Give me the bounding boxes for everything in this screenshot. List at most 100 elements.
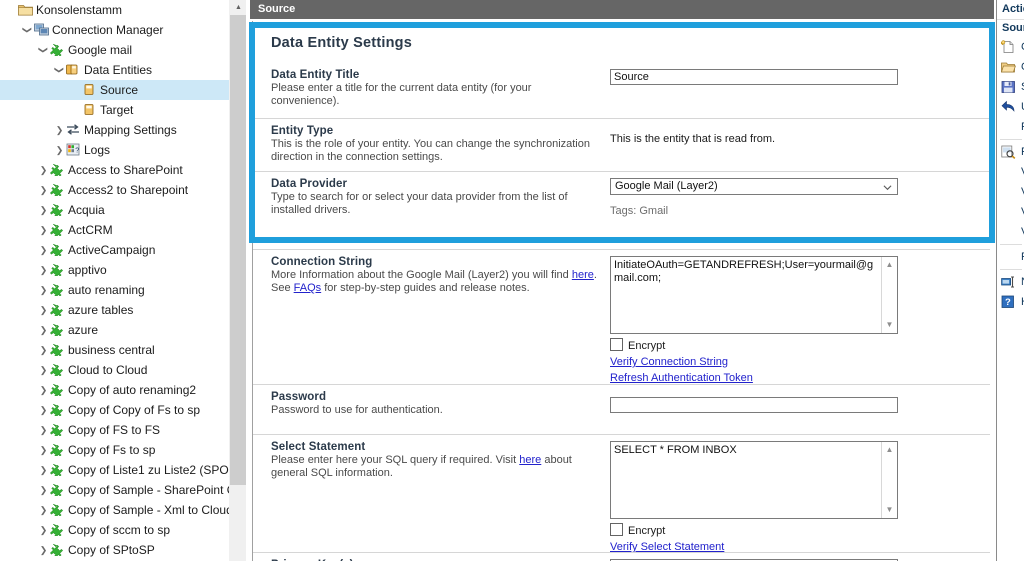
tree-item-copy-of-fs-to-fs[interactable]: ❯ Copy of FS to FS <box>0 420 229 440</box>
section-label-group: Password Password to use for authenticat… <box>271 391 601 417</box>
chevron-right-icon[interactable]: ❯ <box>54 140 65 160</box>
scroll-up-icon[interactable]: ▲ <box>882 258 897 272</box>
tree-item-copy-of-sample-xml-to-cloud[interactable]: ❯ Copy of Sample - Xml to Cloud <box>0 500 229 520</box>
tree-item-azure-tables[interactable]: ❯ azure tables <box>0 300 229 320</box>
data-provider-dropdown[interactable]: Google Mail (Layer2) <box>610 178 898 195</box>
tree-item-konsolenstamm[interactable]: Konsolenstamm <box>0 0 229 20</box>
tree-item-copy-of-sptosp[interactable]: ❯ Copy of SPtoSP <box>0 540 229 560</box>
chevron-right-icon[interactable]: ❯ <box>38 520 49 540</box>
tree-item-label: Copy of Sample - Xml to Cloud <box>68 503 229 517</box>
tree-item-acquia[interactable]: ❯ Acquia <box>0 200 229 220</box>
action-item-properties[interactable]: Properties <box>997 247 1024 267</box>
encrypt-checkbox[interactable] <box>610 523 623 536</box>
chevron-right-icon[interactable]: ❯ <box>38 160 49 180</box>
chevron-right-icon[interactable]: ❯ <box>38 400 49 420</box>
chevron-right-icon[interactable]: ❯ <box>38 360 49 380</box>
verify-connection-string-link[interactable]: Verify Connection String <box>610 356 728 368</box>
tree-scrollbar[interactable]: ▲ <box>229 0 247 561</box>
password-input[interactable] <box>610 397 898 413</box>
tree-item-google-mail[interactable]: ❯ Google mail <box>0 40 229 60</box>
chevron-right-icon[interactable]: ❯ <box>38 480 49 500</box>
chevron-right-icon[interactable]: ❯ <box>38 460 49 480</box>
action-item-save[interactable]: Save <box>997 77 1024 97</box>
action-item-preview-data[interactable]: Preview data <box>997 142 1024 162</box>
select-statement-encrypt-row[interactable]: Encrypt <box>610 523 900 537</box>
connection-string-textarea[interactable]: InitiateOAuth=GETANDREFRESH;User=yourmai… <box>610 256 898 334</box>
tree-item-access-to-sharepoint[interactable]: ❯ Access to SharePoint <box>0 160 229 180</box>
chevron-right-icon[interactable]: ❯ <box>38 320 49 340</box>
tree-item-auto-renaming[interactable]: ❯ auto renaming <box>0 280 229 300</box>
tree-item-access2-to-sharepoint[interactable]: ❯ Access2 to Sharepoint <box>0 180 229 200</box>
action-item-view-schema[interactable]: View schema <box>997 162 1024 182</box>
faqs-link[interactable]: FAQs <box>294 282 322 294</box>
tree-item-label: business central <box>68 343 155 357</box>
tree-item-source[interactable]: Source <box>0 80 229 100</box>
plug-icon <box>50 263 64 276</box>
chevron-right-icon[interactable]: ❯ <box>54 120 65 140</box>
scroll-up-icon[interactable]: ▲ <box>882 443 897 457</box>
action-item-create-new-entity[interactable]: Create new entity <box>997 37 1024 57</box>
tree-item-azure[interactable]: ❯ azure <box>0 320 229 340</box>
here-link[interactable]: here <box>519 454 541 466</box>
action-item-label: Undo <box>1018 101 1024 113</box>
tree-item-cloud-to-cloud[interactable]: ❯ Cloud to Cloud <box>0 360 229 380</box>
connection-string-encrypt-row[interactable]: Encrypt <box>610 338 900 352</box>
action-item-view-report[interactable]: View report <box>997 222 1024 242</box>
action-item-new-window-from-here[interactable]: New Window from Here <box>997 272 1024 292</box>
tree-item-copy-of-fs-to-sp[interactable]: ❯ Copy of Fs to sp <box>0 440 229 460</box>
chevron-right-icon[interactable]: ❯ <box>38 180 49 200</box>
tree-item-apptivo[interactable]: ❯ apptivo <box>0 260 229 280</box>
chevron-right-icon[interactable]: ❯ <box>38 540 49 560</box>
tree-item-copy-of-liste1-zu-liste2-spo[interactable]: ❯ Copy of Liste1 zu Liste2 (SPO) <box>0 460 229 480</box>
encrypt-checkbox[interactable] <box>610 338 623 351</box>
tree-item-logs[interactable]: ❯? Logs <box>0 140 229 160</box>
tree-item-label: ActCRM <box>68 223 113 237</box>
chevron-right-icon[interactable]: ❯ <box>38 380 49 400</box>
verify-connection-string-row: Verify Connection String <box>610 356 900 368</box>
tree-item-label: Copy of Fs to sp <box>68 443 156 457</box>
tree-item-activecampaign[interactable]: ❯ ActiveCampaign <box>0 240 229 260</box>
chevron-right-icon[interactable]: ❯ <box>38 220 49 240</box>
chevron-right-icon[interactable]: ❯ <box>38 280 49 300</box>
plug-icon <box>50 183 64 196</box>
tree-scroll-thumb[interactable] <box>230 15 247 485</box>
select-statement-scrollbar[interactable]: ▲ ▼ <box>881 442 897 518</box>
chevron-right-icon[interactable]: ❯ <box>38 440 49 460</box>
action-item-undo[interactable]: Undo <box>997 97 1024 117</box>
tree-item-copy-of-sample-sharepoint-onlin[interactable]: ❯ Copy of Sample - SharePoint Onlin <box>0 480 229 500</box>
chevron-right-icon[interactable]: ❯ <box>38 200 49 220</box>
tree-item-data-entities[interactable]: ❯ Data Entities <box>0 60 229 80</box>
tree-item-target[interactable]: Target <box>0 100 229 120</box>
scroll-down-icon[interactable]: ▼ <box>882 503 897 517</box>
tree-item-business-central[interactable]: ❯ business central <box>0 340 229 360</box>
data-entity-title-input[interactable] <box>610 69 898 85</box>
action-item-view-log[interactable]: View log <box>997 202 1024 222</box>
tree-scroll-up-arrow[interactable]: ▲ <box>230 0 247 15</box>
action-item-view-mappings[interactable]: View mappings <box>997 182 1024 202</box>
chevron-right-icon[interactable]: ❯ <box>38 420 49 440</box>
chevron-right-icon[interactable]: ❯ <box>38 300 49 320</box>
here-link[interactable]: here <box>572 269 594 281</box>
tree-item-copy-of-copy-of-fs-to-sp[interactable]: ❯ Copy of Copy of Fs to sp <box>0 400 229 420</box>
refresh-authentication-token-link[interactable]: Refresh Authentication Token <box>610 372 753 384</box>
save-disk-icon <box>1001 81 1015 93</box>
chevron-right-icon[interactable]: ❯ <box>38 260 49 280</box>
tree-item-copy-of-auto-renaming2[interactable]: ❯ Copy of auto renaming2 <box>0 380 229 400</box>
console-tree-pane[interactable]: Konsolenstamm ❯ Connection Manager ❯ Google … <box>0 0 229 561</box>
tree-item-connection-manager[interactable]: ❯ Connection Manager <box>0 20 229 40</box>
tree-item-copy-of-sccm-to-sp[interactable]: ❯ Copy of sccm to sp <box>0 520 229 540</box>
actions-separator <box>1000 269 1022 270</box>
plug-icon <box>49 320 66 340</box>
tree-item-actcrm[interactable]: ❯ ActCRM <box>0 220 229 240</box>
scroll-down-icon[interactable]: ▼ <box>882 318 897 332</box>
action-item-open[interactable]: Open <box>997 57 1024 77</box>
chevron-right-icon[interactable]: ❯ <box>38 240 49 260</box>
action-item-refresh[interactable]: Refresh <box>997 117 1024 137</box>
chevron-right-icon[interactable]: ❯ <box>38 340 49 360</box>
tree-item-mapping-settings[interactable]: ❯ Mapping Settings <box>0 120 229 140</box>
select-statement-textarea[interactable]: SELECT * FROM INBOX ▲ ▼ <box>610 441 898 519</box>
action-item-help[interactable]: ? Help <box>997 292 1024 312</box>
connection-string-scrollbar[interactable]: ▲ ▼ <box>881 257 897 333</box>
plug-icon <box>49 460 66 480</box>
chevron-right-icon[interactable]: ❯ <box>38 500 49 520</box>
